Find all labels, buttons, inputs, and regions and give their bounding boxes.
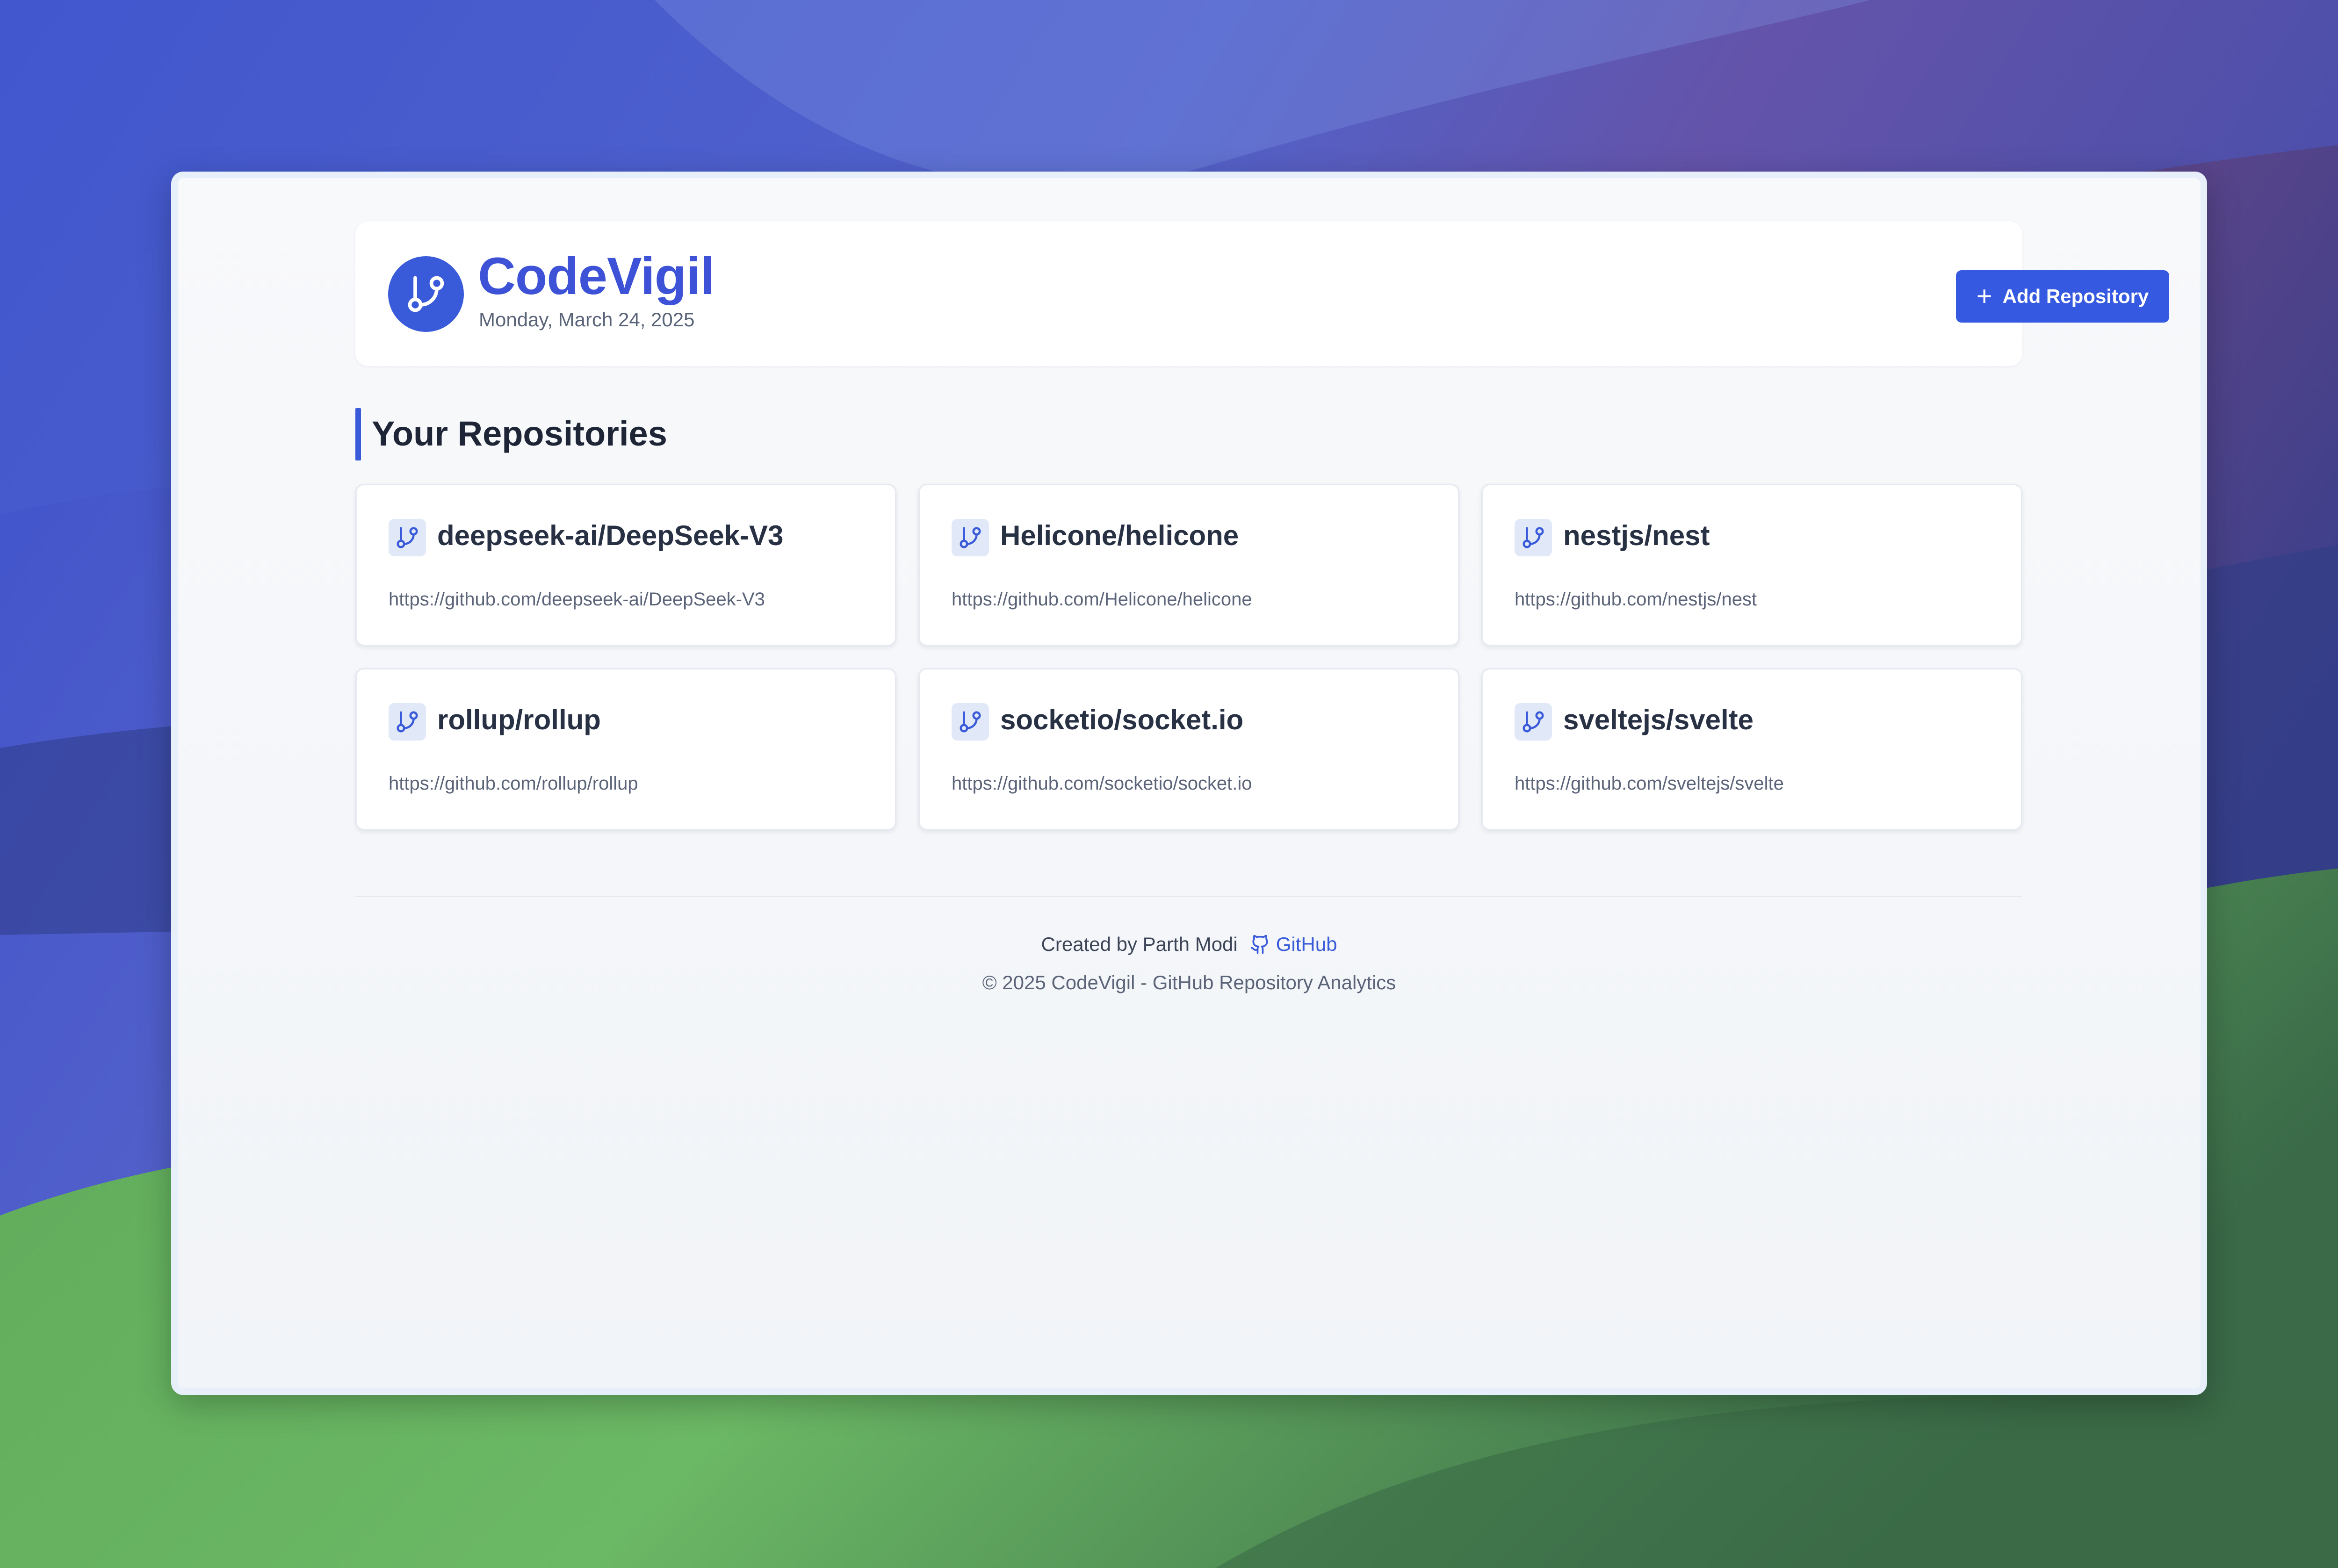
git-branch-icon — [1515, 703, 1552, 741]
repo-card[interactable]: rollup/rollup https://github.com/rollup/… — [355, 668, 896, 830]
repo-url: https://github.com/deepseek-ai/DeepSeek-… — [389, 589, 765, 610]
app-header: CodeVigil Monday, March 24, 2025 + Add R… — [355, 221, 2169, 366]
git-branch-icon — [408, 276, 444, 312]
github-icon — [1250, 935, 1268, 954]
git-branch-icon — [1515, 519, 1552, 556]
app-title: CodeVigil — [478, 247, 714, 305]
git-branch-icon — [952, 519, 989, 556]
repo-card[interactable]: nestjs/nest https://github.com/nestjs/ne… — [1481, 484, 2022, 646]
copyright-text: © 2025 CodeVigil - GitHub Repository Ana… — [982, 971, 1396, 993]
repo-name: Helicone/helicone — [1000, 520, 1239, 551]
repo-name: nestjs/nest — [1563, 520, 1710, 551]
git-branch-icon — [389, 519, 426, 556]
repo-card[interactable]: sveltejs/svelte https://github.com/svelt… — [1481, 668, 2022, 830]
repo-url: https://github.com/nestjs/nest — [1515, 589, 1757, 610]
plus-icon: + — [1976, 281, 1992, 311]
repo-card[interactable]: Helicone/helicone https://github.com/Hel… — [918, 484, 1459, 646]
section-title: Your Repositories — [372, 414, 667, 453]
github-link-label: GitHub — [1276, 933, 1337, 955]
repo-name: rollup/rollup — [437, 704, 601, 735]
repo-name: socketio/socket.io — [1000, 704, 1244, 735]
add-repository-label: Add Repository — [2002, 285, 2149, 307]
repo-url: https://github.com/Helicone/helicone — [952, 589, 1252, 610]
repo-card[interactable]: socketio/socket.io https://github.com/so… — [918, 668, 1459, 830]
git-branch-icon — [952, 703, 989, 741]
repository-grid: deepseek-ai/DeepSeek-V3 https://github.c… — [355, 484, 2022, 830]
browser-window: CodeVigil Monday, March 24, 2025 + Add R… — [171, 172, 2207, 1395]
repo-name: sveltejs/svelte — [1563, 704, 1754, 735]
github-link[interactable]: GitHub — [1250, 933, 1337, 956]
repo-url: https://github.com/socketio/socket.io — [952, 773, 1252, 794]
add-repository-button[interactable]: + Add Repository — [1956, 270, 2169, 323]
current-date: Monday, March 24, 2025 — [479, 309, 695, 331]
git-branch-icon — [389, 703, 426, 741]
section-accent-bar — [355, 408, 361, 460]
footer-divider — [355, 896, 2022, 897]
repo-name: deepseek-ai/DeepSeek-V3 — [437, 520, 784, 551]
footer-credits: Created by Parth Modi GitHub — [178, 933, 2201, 956]
created-by-text: Created by Parth Modi — [1041, 933, 1238, 955]
app-logo — [388, 256, 464, 332]
repo-card[interactable]: deepseek-ai/DeepSeek-V3 https://github.c… — [355, 484, 896, 646]
repo-url: https://github.com/sveltejs/svelte — [1515, 773, 1784, 794]
repo-url: https://github.com/rollup/rollup — [389, 773, 638, 794]
